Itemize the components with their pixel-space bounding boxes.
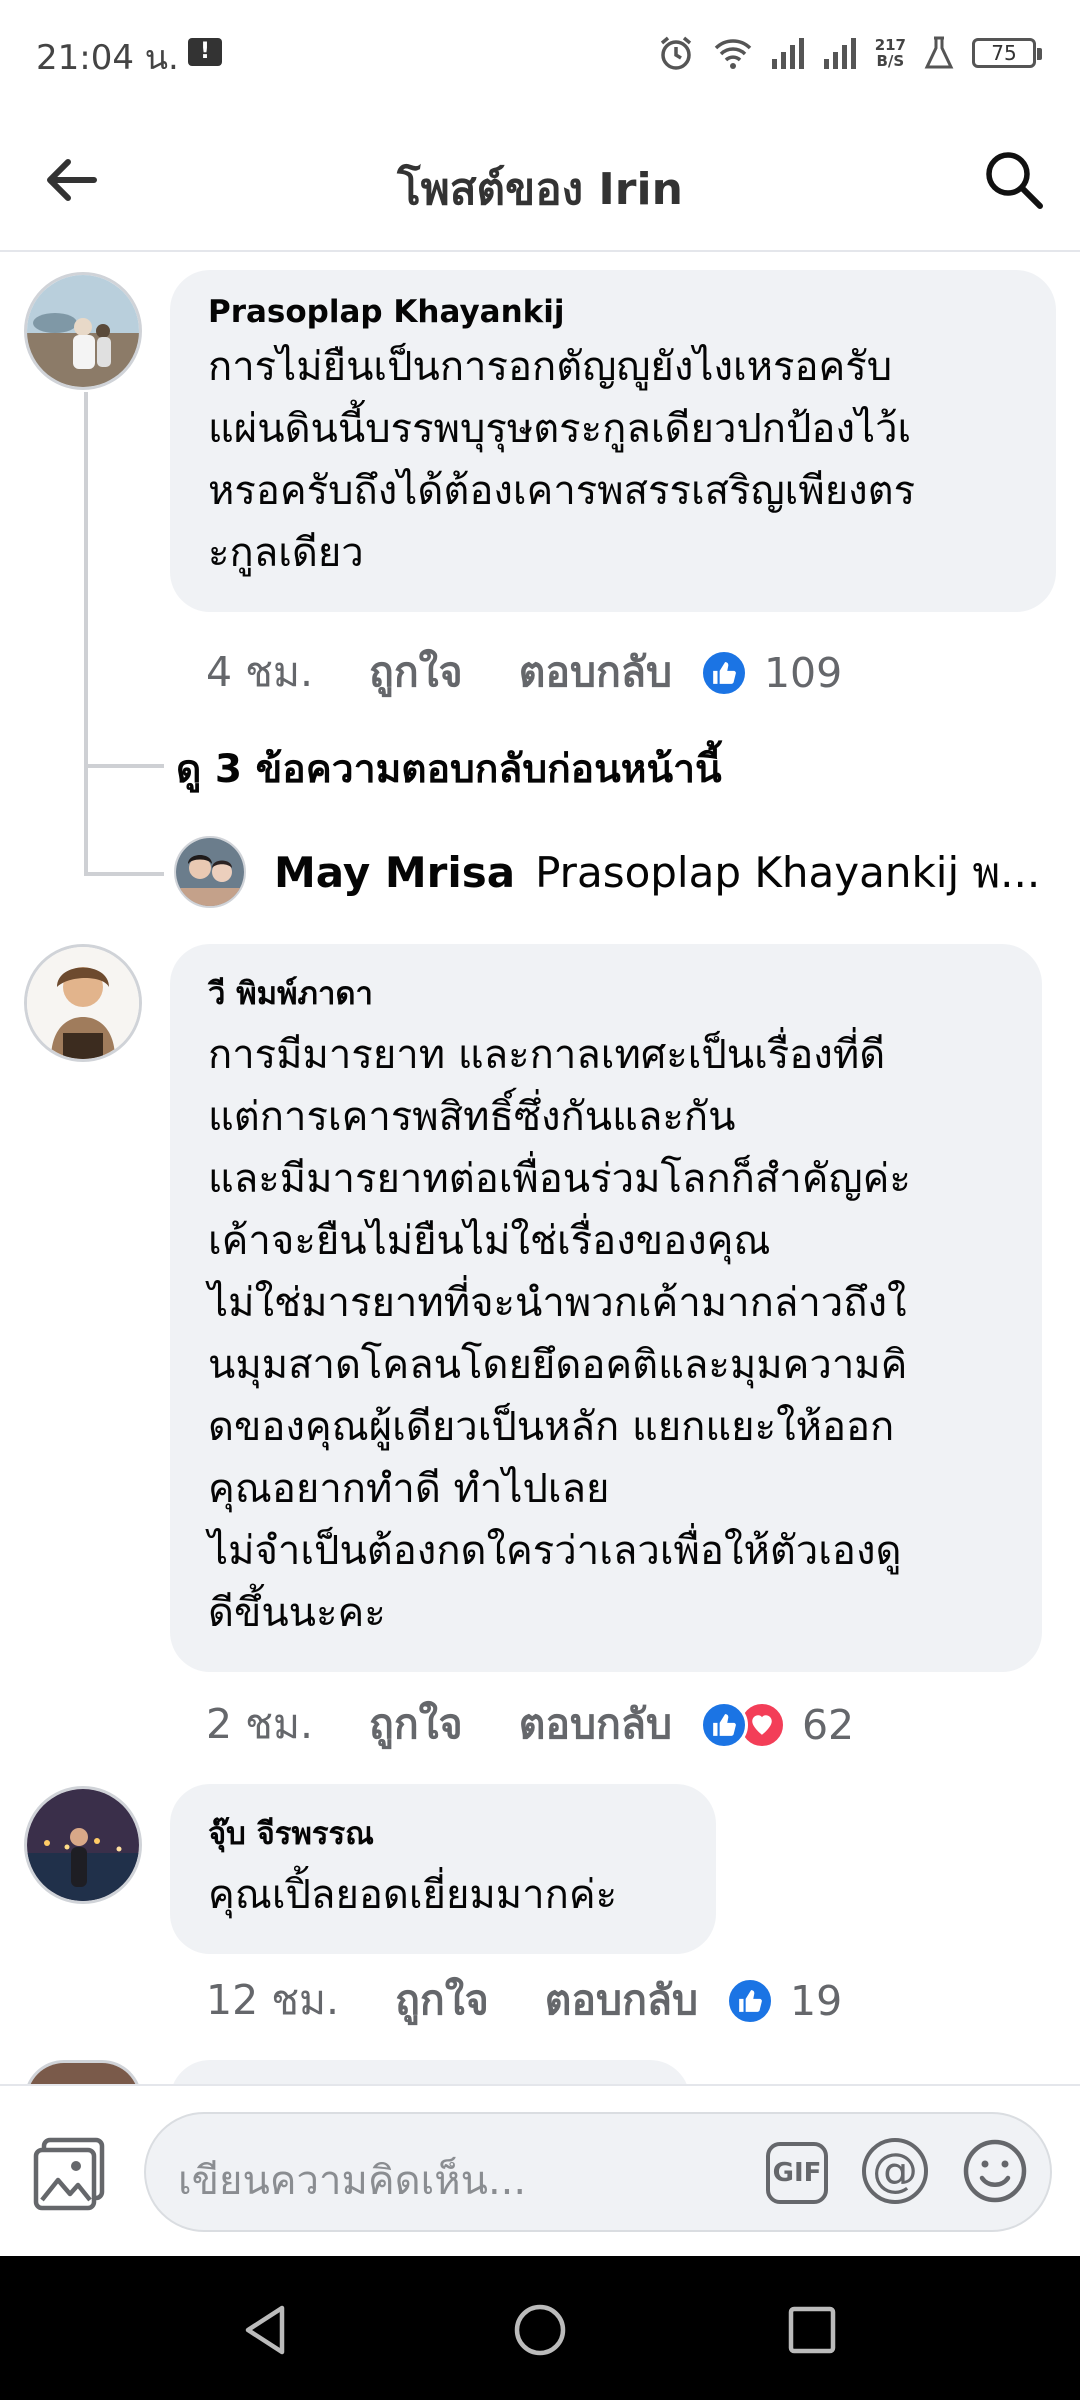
thread-line [84, 392, 88, 874]
comment-text: คุณเปิ้ลยอดเยี่ยมมากค่ะ [208, 1872, 618, 1918]
search-icon [986, 152, 1043, 209]
status-icons: 217 B/S 75 [657, 28, 1042, 78]
reply-button[interactable]: ตอบกลับ [545, 1968, 698, 2033]
avatar-photo [27, 947, 139, 1059]
avatar-photo [27, 1789, 139, 1901]
nav-home-button[interactable] [510, 2300, 570, 2360]
comment-time[interactable]: 4 ชม. [206, 640, 313, 705]
comment-actions: 2 ชม. ถูกใจ ตอบกลับ 62 [206, 1692, 854, 1757]
reply-button[interactable]: ตอบกลับ [519, 1692, 672, 1757]
comment-input[interactable]: เขียนความคิดเห็น... GIF @ [144, 2112, 1052, 2232]
nav-recents-button[interactable] [782, 2300, 842, 2360]
avatar-photo [27, 275, 139, 387]
thread-line-branch [84, 872, 164, 876]
like-reaction-icon[interactable] [699, 1700, 748, 1749]
page-title: โพสต์ของ Irin [397, 164, 683, 215]
comment-author[interactable]: Prasoplap Khayankij [208, 294, 1020, 330]
signal-icon [771, 38, 804, 69]
flask-icon [924, 36, 954, 69]
like-reaction-icon[interactable] [699, 648, 748, 697]
circle-home-icon [514, 2304, 566, 2356]
status-bar: 21:04 น. ! 217 B/S 75 [0, 0, 1080, 108]
comment-time[interactable]: 12 ชม. [206, 1968, 339, 2033]
nav-back-button[interactable] [236, 2300, 296, 2360]
reaction-count[interactable]: 19 [790, 1977, 842, 2025]
reply-preview[interactable]: May Mrisa Prasoplap Khayankij พ... [274, 840, 1044, 906]
comment-author[interactable]: วี พิมพ์ภาดา [208, 968, 1006, 1018]
avatar-photo [176, 838, 244, 906]
like-button[interactable]: ถูกใจ [369, 1692, 463, 1757]
like-reaction-icon[interactable] [726, 1976, 775, 2025]
net-speed: 217 B/S [874, 36, 906, 70]
reaction-count[interactable]: 62 [802, 1701, 854, 1749]
square-recents-icon [788, 2306, 836, 2354]
comment-actions: 12 ชม. ถูกใจ ตอบกลับ 19 [206, 1968, 842, 2033]
gif-button[interactable]: GIF [766, 2142, 828, 2204]
comment-time[interactable]: 2 ชม. [206, 1692, 313, 1757]
post-header: โพสต์ของ Irin [0, 108, 1080, 252]
alarm-icon [660, 36, 691, 70]
comment-bubble[interactable]: จุ๊บ จีรพรรณ คุณเปิ้ลยอดเยี่ยมมากค่ะ [170, 1784, 716, 1954]
triangle-back-icon [245, 2305, 285, 2355]
comment-actions: 4 ชม. ถูกใจ ตอบกลับ 109 [206, 640, 842, 705]
system-nav-bar [0, 2256, 1080, 2400]
avatar[interactable] [24, 272, 142, 390]
signal-icon-2 [823, 38, 856, 69]
wifi-icon [714, 39, 751, 69]
reaction-count[interactable]: 109 [764, 649, 842, 697]
reply-avatar[interactable] [174, 836, 246, 908]
photo-button[interactable] [32, 2136, 108, 2212]
emoji-icon [963, 2139, 1027, 2203]
view-previous-replies-link[interactable]: ดู 3 ข้อความตอบกลับก่อนหน้านี้ [176, 738, 722, 800]
avatar[interactable] [24, 944, 142, 1062]
reply-author[interactable]: May Mrisa [274, 848, 515, 897]
like-button[interactable]: ถูกใจ [369, 640, 463, 705]
comment-text: การมีมารยาท และกาลเทศะเป็นเรื่องที่ดี แต… [208, 1032, 911, 1636]
comment-input-placeholder: เขียนความคิดเห็น... [178, 2158, 527, 2204]
search-button[interactable] [980, 146, 1048, 214]
status-time: 21:04 น. [36, 38, 179, 78]
mention-button[interactable]: @ [862, 2138, 928, 2204]
thread-line-branch [84, 764, 164, 768]
reply-text: Prasoplap Khayankij พ... [535, 848, 1041, 897]
battery-indicator: 75 [972, 38, 1042, 68]
alert-icon: ! [188, 38, 222, 66]
comment-bubble[interactable]: Prasoplap Khayankij การไม่ยืนเป็นการอกตั… [170, 270, 1056, 612]
comment-text: การไม่ยืนเป็นการอกตัญญูยังไงเหรอครับ แผ่… [208, 344, 916, 576]
like-button[interactable]: ถูกใจ [395, 1968, 489, 2033]
emoji-button[interactable] [962, 2138, 1028, 2204]
comment-bubble[interactable]: วี พิมพ์ภาดา การมีมารยาท และกาลเทศะเป็นเ… [170, 944, 1042, 1672]
photo-icon [33, 2137, 105, 2211]
avatar[interactable] [24, 1786, 142, 1904]
reply-button[interactable]: ตอบกลับ [519, 640, 672, 705]
comment-composer: เขียนความคิดเห็น... GIF @ [0, 2084, 1080, 2256]
comment-author[interactable]: จุ๊บ จีรพรรณ [208, 1808, 680, 1858]
